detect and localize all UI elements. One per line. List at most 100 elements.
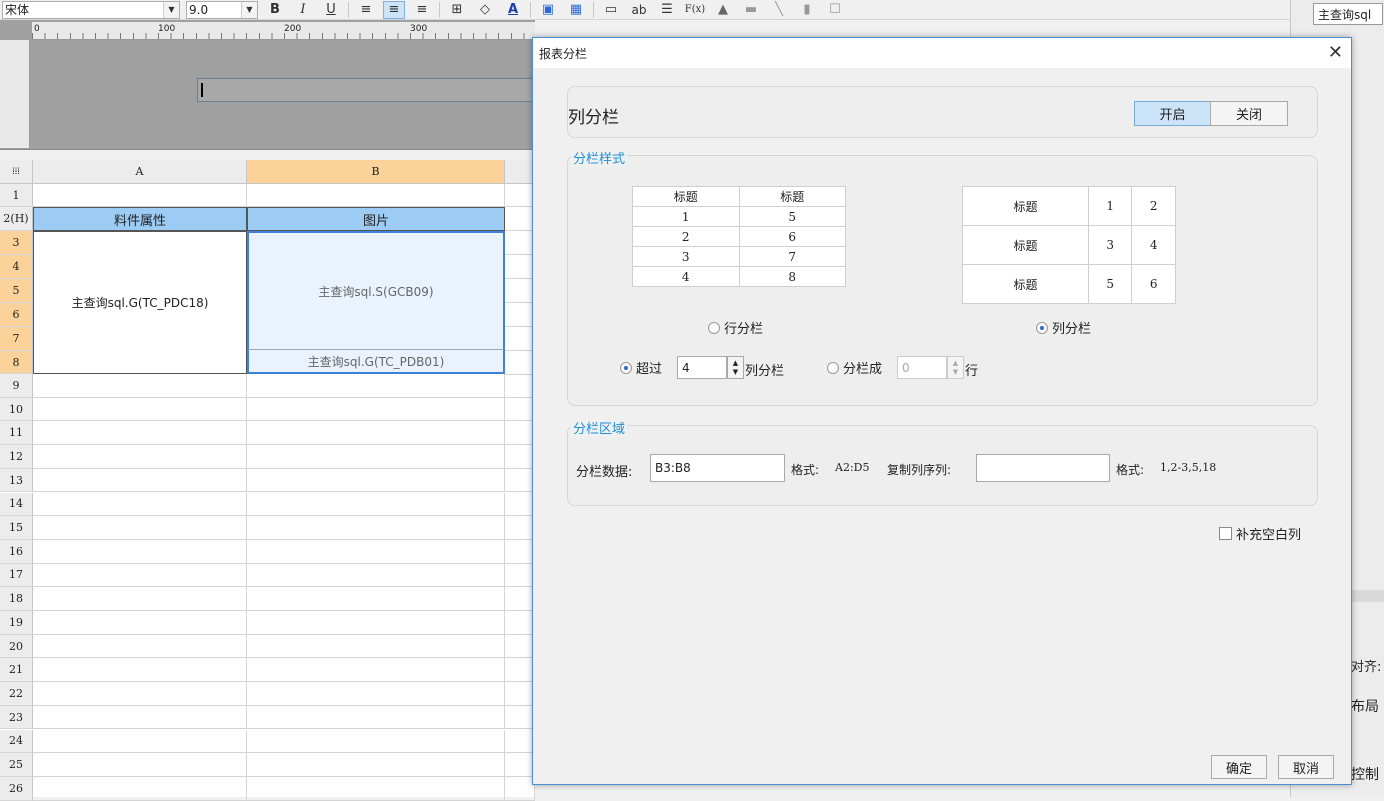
checkbox-icon[interactable] xyxy=(1219,527,1232,540)
spin-up-icon[interactable]: ▲ xyxy=(733,359,738,368)
grid-cell[interactable] xyxy=(247,705,505,730)
more-icon[interactable]: ☐ xyxy=(824,1,846,19)
grid-cell[interactable] xyxy=(33,374,247,398)
grid-cell[interactable] xyxy=(247,421,505,446)
grid-cell[interactable] xyxy=(247,445,505,469)
grid-cell[interactable] xyxy=(33,729,247,754)
spin-down-icon[interactable]: ▼ xyxy=(733,368,738,377)
chart-icon[interactable]: ▲ xyxy=(712,1,734,19)
ok-button[interactable]: 确定 xyxy=(1211,755,1267,779)
align-left-icon[interactable]: ≡ xyxy=(355,1,377,19)
input-box-icon[interactable]: ▭ xyxy=(600,1,622,19)
split-data-input[interactable]: B3:B8 xyxy=(650,454,785,482)
row-header[interactable]: 26 xyxy=(0,776,33,801)
row-header[interactable]: 12 xyxy=(0,445,33,469)
grid-cell[interactable] xyxy=(505,445,535,469)
row-header[interactable]: 8 xyxy=(0,351,33,374)
grid-cell[interactable] xyxy=(33,587,247,611)
row-header[interactable]: 2(H) xyxy=(0,207,33,231)
grid-cell[interactable] xyxy=(33,563,247,588)
grid-cell[interactable] xyxy=(505,682,535,706)
text-icon[interactable]: ab xyxy=(628,1,650,19)
grid-cell[interactable] xyxy=(505,516,535,540)
grid-cell[interactable] xyxy=(505,468,535,493)
grid-cell[interactable] xyxy=(505,397,535,422)
grid-cell[interactable] xyxy=(247,374,505,398)
grid-cell[interactable] xyxy=(33,445,247,469)
font-size-select[interactable]: 9.0 ▼ xyxy=(186,0,258,19)
grid-cell[interactable] xyxy=(505,563,535,588)
grid-cell[interactable] xyxy=(505,303,535,327)
paragraph-icon[interactable]: ☰ xyxy=(656,1,678,19)
grid-cell[interactable] xyxy=(33,634,247,659)
grid-cell[interactable] xyxy=(505,705,535,730)
font-name-select[interactable]: 宋体 ▼ xyxy=(2,0,180,19)
row-header[interactable]: 9 xyxy=(0,374,33,398)
row-split-radio[interactable]: 行分栏 xyxy=(708,318,763,337)
row-header[interactable]: 11 xyxy=(0,421,33,446)
column-header-c[interactable] xyxy=(505,160,535,184)
grid-cell[interactable] xyxy=(33,421,247,446)
row-header[interactable]: 19 xyxy=(0,611,33,635)
radio-selected-icon[interactable] xyxy=(620,361,632,374)
column-header-a[interactable]: A xyxy=(33,160,247,184)
font-color-icon[interactable]: A xyxy=(502,1,524,19)
row-header[interactable]: 22 xyxy=(0,682,33,706)
chevron-down-icon[interactable]: ▼ xyxy=(241,1,257,18)
split-into-rows-input[interactable]: 0 xyxy=(897,356,947,379)
grid-cell[interactable] xyxy=(247,729,505,754)
row-header[interactable]: 21 xyxy=(0,658,33,683)
grid-cell[interactable] xyxy=(505,753,535,777)
grid-cell[interactable] xyxy=(33,397,247,422)
split-into-spinner[interactable]: ▲ ▼ xyxy=(947,356,964,379)
grid-cell[interactable] xyxy=(33,539,247,564)
merged-cell-a[interactable]: 主查询sql.G(TC_PDC18) xyxy=(33,231,247,374)
cell-b8[interactable]: 主查询sql.G(TC_PDB01) xyxy=(247,350,505,374)
grid-cell[interactable] xyxy=(247,468,505,493)
row-header[interactable]: 10 xyxy=(0,397,33,422)
grid-cell[interactable] xyxy=(33,753,247,777)
picture-icon[interactable]: ▬ xyxy=(740,1,762,19)
radio-selected-icon[interactable] xyxy=(1036,321,1048,334)
grid-cell[interactable] xyxy=(247,563,505,588)
row-header[interactable]: 5 xyxy=(0,279,33,303)
image-cell-icon[interactable]: ▣ xyxy=(537,1,559,19)
grid-cell[interactable] xyxy=(505,327,535,351)
align-right-icon[interactable]: ≡ xyxy=(411,1,433,19)
formula-icon[interactable]: F(x) xyxy=(684,1,706,19)
row-header[interactable]: 14 xyxy=(0,492,33,517)
grid-cell[interactable] xyxy=(33,492,247,517)
grid-cell[interactable] xyxy=(505,184,535,207)
radio-icon[interactable] xyxy=(708,321,720,334)
page-header-box[interactable] xyxy=(197,78,535,102)
grid-cell[interactable] xyxy=(505,279,535,303)
row-header[interactable]: 7 xyxy=(0,327,33,351)
grid-cell[interactable] xyxy=(33,184,247,207)
corner-select-all[interactable]: ⁞⁞⁞ xyxy=(0,160,33,184)
column-header-b[interactable]: B xyxy=(247,160,505,184)
row-header[interactable]: 23 xyxy=(0,705,33,730)
row-header[interactable]: 3 xyxy=(0,231,33,255)
spin-up-icon[interactable]: ▲ xyxy=(953,359,958,368)
split-into-option[interactable]: 分栏成 xyxy=(827,358,882,377)
grid-cell[interactable] xyxy=(247,634,505,659)
grid-cell[interactable] xyxy=(505,658,535,683)
grid-cell[interactable] xyxy=(505,729,535,754)
grid-cell[interactable] xyxy=(247,658,505,683)
row-header[interactable]: 1 xyxy=(0,184,33,207)
align-center-icon[interactable]: ≡ xyxy=(383,0,405,19)
grid-cell[interactable] xyxy=(505,634,535,659)
bold-button[interactable]: B xyxy=(264,1,286,19)
row-header[interactable]: 4 xyxy=(0,255,33,279)
grid-cell[interactable] xyxy=(505,374,535,398)
merged-cell-b[interactable]: 主查询sql.S(GCB09) xyxy=(247,231,505,350)
slash-icon[interactable]: ╲ xyxy=(768,1,790,19)
grid-cell[interactable] xyxy=(505,231,535,255)
grid-cell[interactable] xyxy=(505,351,535,375)
grid-cell[interactable] xyxy=(33,658,247,683)
grid-cell[interactable] xyxy=(505,539,535,564)
exceed-count-input[interactable]: 4 xyxy=(677,356,727,379)
on-button[interactable]: 开启 xyxy=(1134,101,1211,126)
row-header[interactable]: 17 xyxy=(0,563,33,588)
grid-cell[interactable] xyxy=(247,539,505,564)
